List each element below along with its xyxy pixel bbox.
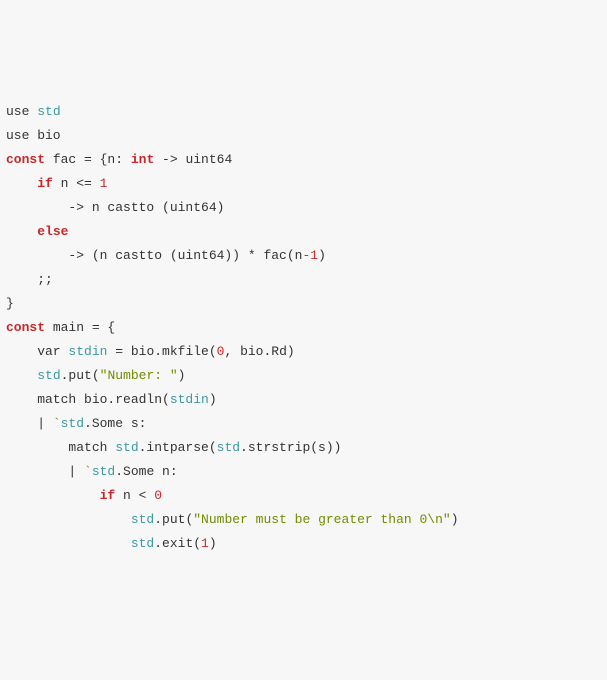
code-token: match: [6, 440, 115, 455]
code-token: use bio: [6, 128, 61, 143]
code-line: use bio: [6, 124, 601, 148]
code-line: if n <= 1: [6, 172, 601, 196]
code-line: ;;: [6, 268, 601, 292]
code-token: ): [451, 512, 459, 527]
code-token: , bio.Rd): [224, 344, 294, 359]
code-token: std: [131, 512, 154, 527]
code-token: fac = {n:: [45, 152, 131, 167]
code-token: [6, 224, 37, 239]
code-line: if n < 0: [6, 484, 601, 508]
code-line: match std.intparse(std.strstrip(s)): [6, 436, 601, 460]
code-line: | `std.Some n:: [6, 460, 601, 484]
code-token: `: [84, 464, 92, 479]
code-token: std: [217, 440, 240, 455]
code-token: 1: [310, 248, 318, 263]
code-token: std: [131, 536, 154, 551]
code-token: 1: [201, 536, 209, 551]
code-token: ): [318, 248, 326, 263]
code-token: stdin: [68, 344, 107, 359]
code-token: `: [53, 416, 61, 431]
code-token: n <: [115, 488, 154, 503]
code-token: ): [209, 536, 217, 551]
code-line: use std: [6, 100, 601, 124]
code-token: .strstrip(s)): [240, 440, 341, 455]
code-line: else: [6, 220, 601, 244]
code-line: -> n castto (uint64): [6, 196, 601, 220]
code-line: }: [6, 292, 601, 316]
code-token: -> (n castto (uint64)) * fac(n: [6, 248, 302, 263]
code-token: |: [6, 464, 84, 479]
code-token: std: [37, 104, 60, 119]
code-token: std: [115, 440, 138, 455]
code-token: .exit(: [154, 536, 201, 551]
code-token: const: [6, 320, 45, 335]
code-token: n <=: [53, 176, 100, 191]
code-token: "Number must be greater than 0\n": [193, 512, 450, 527]
code-token: 1: [100, 176, 108, 191]
code-line: | `std.Some s:: [6, 412, 601, 436]
code-token: else: [37, 224, 68, 239]
code-token: if: [37, 176, 53, 191]
code-token: use: [6, 104, 37, 119]
code-token: 0: [154, 488, 162, 503]
code-token: var: [6, 344, 68, 359]
code-token: ): [209, 392, 217, 407]
code-line: std.put("Number must be greater than 0\n…: [6, 508, 601, 532]
code-token: .put(: [61, 368, 100, 383]
code-line: const main = {: [6, 316, 601, 340]
code-token: -> n castto (uint64): [6, 200, 224, 215]
code-token: main = {: [45, 320, 115, 335]
code-token: std: [61, 416, 84, 431]
code-token: .put(: [154, 512, 193, 527]
code-token: "Number: ": [100, 368, 178, 383]
code-token: [6, 368, 37, 383]
code-token: const: [6, 152, 45, 167]
code-token: .intparse(: [139, 440, 217, 455]
code-token: std: [37, 368, 60, 383]
code-token: }: [6, 296, 14, 311]
code-token: |: [6, 416, 53, 431]
code-line: const fac = {n: int -> uint64: [6, 148, 601, 172]
code-token: if: [100, 488, 116, 503]
code-token: ;;: [6, 272, 53, 287]
code-line: std.exit(1): [6, 532, 601, 556]
code-line: var stdin = bio.mkfile(0, bio.Rd): [6, 340, 601, 364]
code-token: ): [178, 368, 186, 383]
code-token: match bio.readln(: [6, 392, 170, 407]
code-block: use std use bio const fac = {n: int -> uin…: [6, 100, 601, 556]
code-token: int: [131, 152, 154, 167]
code-token: [6, 512, 131, 527]
code-token: .Some s:: [84, 416, 146, 431]
code-token: .Some n:: [115, 464, 177, 479]
code-line: -> (n castto (uint64)) * fac(n-1): [6, 244, 601, 268]
code-token: -> uint64: [154, 152, 232, 167]
code-line: std.put("Number: "): [6, 364, 601, 388]
code-token: = bio.mkfile(: [107, 344, 216, 359]
code-token: [6, 536, 131, 551]
code-token: [6, 176, 37, 191]
code-line: match bio.readln(stdin): [6, 388, 601, 412]
code-token: [6, 488, 100, 503]
code-token: std: [92, 464, 115, 479]
code-token: stdin: [170, 392, 209, 407]
